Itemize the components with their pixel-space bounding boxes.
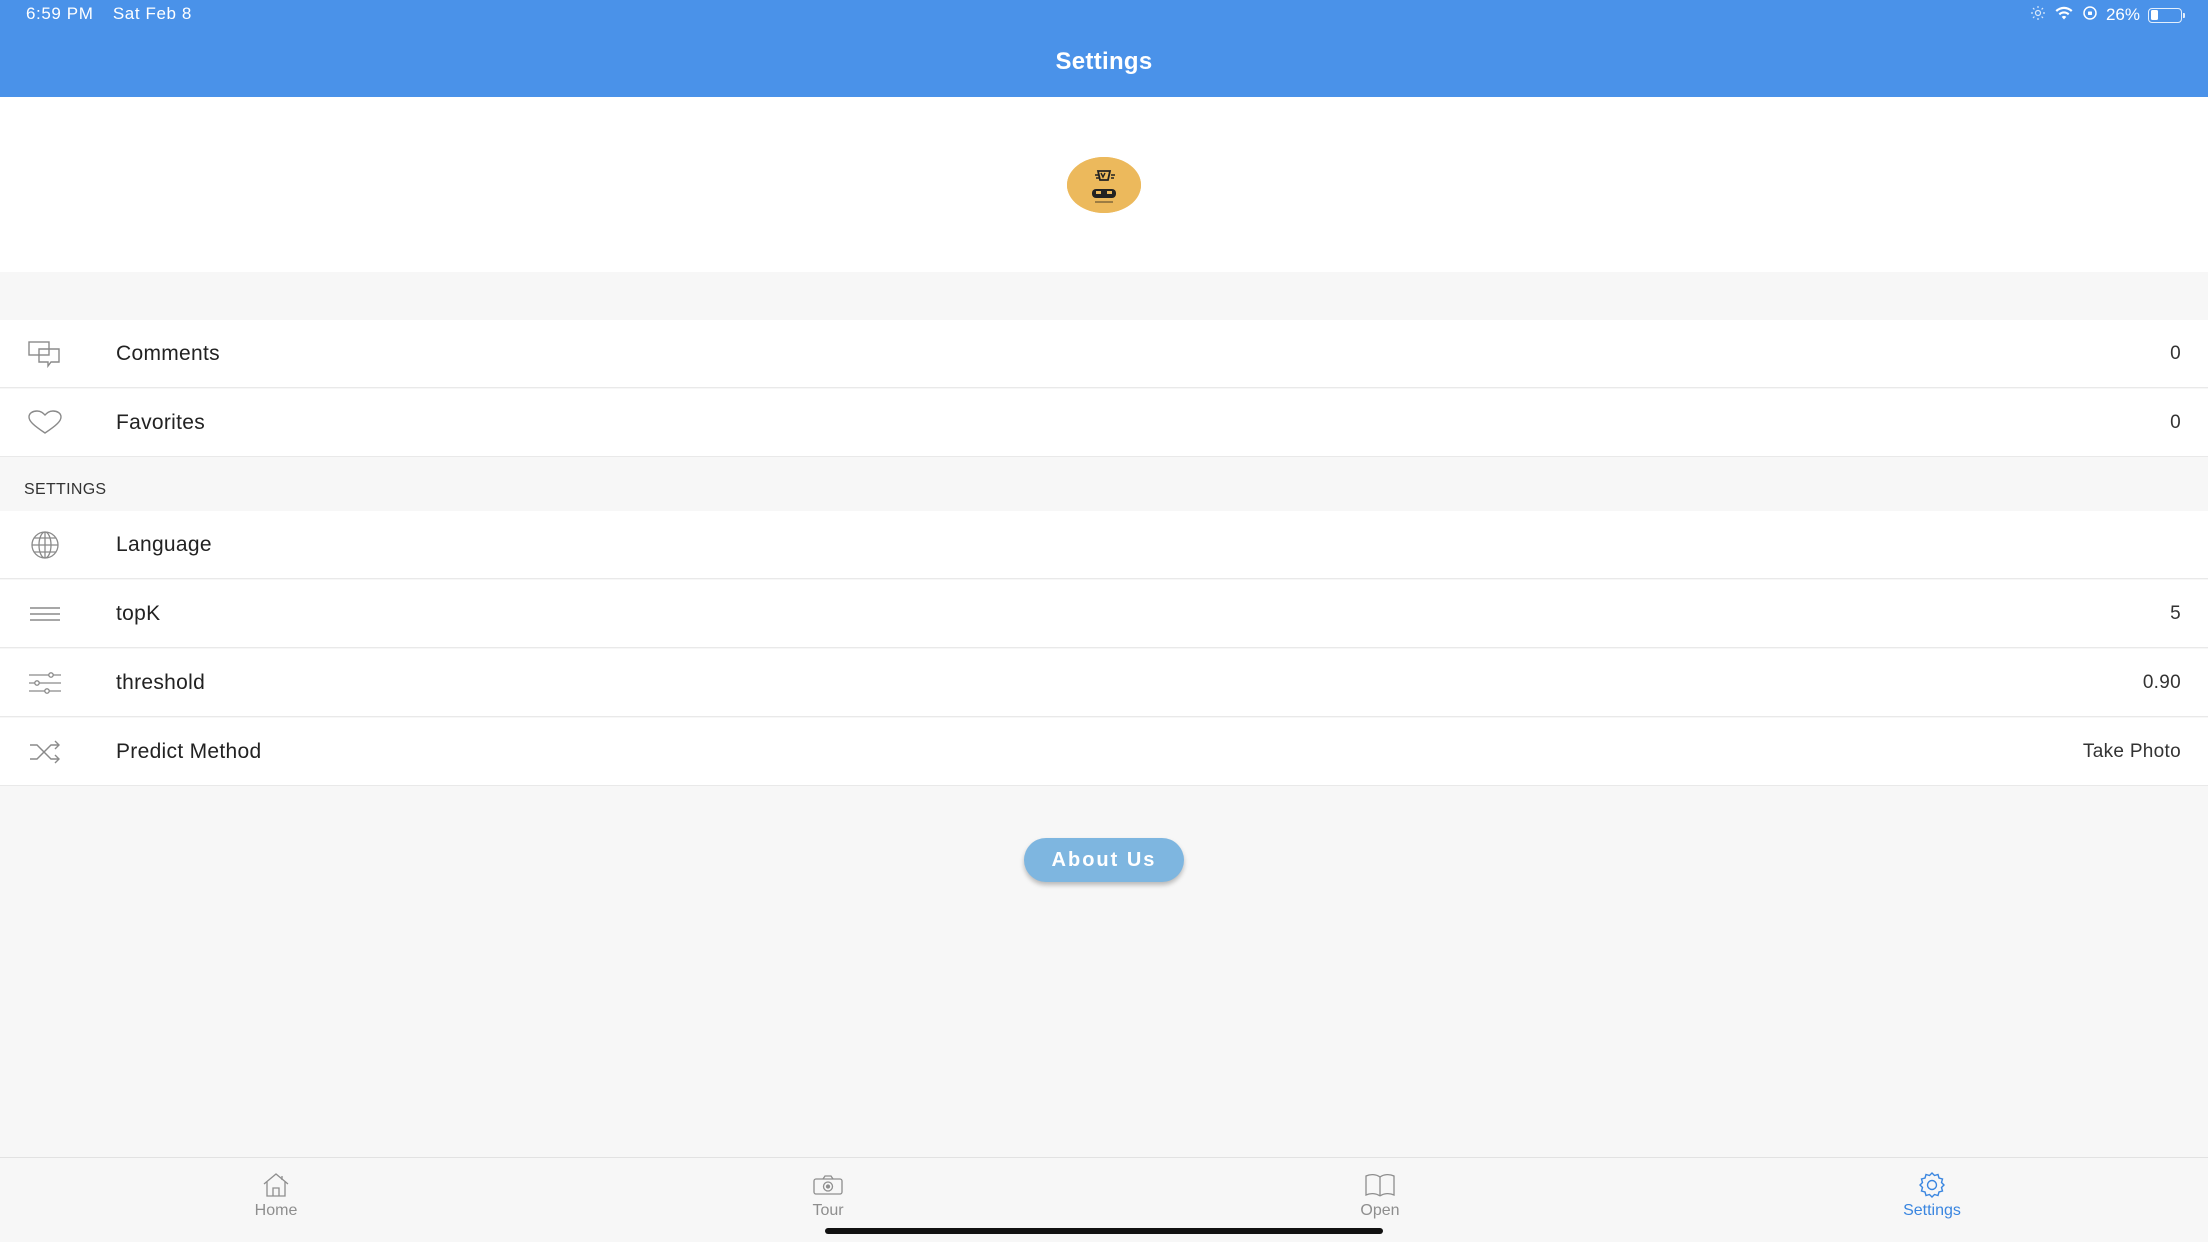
status-bar-right: 26%: [2030, 4, 2185, 26]
sliders-icon: [26, 667, 64, 699]
home-icon: [176, 1170, 376, 1200]
orientation-lock-icon: [2082, 5, 2098, 26]
avatar-face-icon: [1067, 157, 1141, 213]
language-label: Language: [116, 532, 212, 556]
nav-bar: 6:59 PM Sat Feb 8 26% Settings: [0, 0, 2208, 97]
tab-tour-label: Tour: [812, 1202, 844, 1219]
predict-method-row[interactable]: Predict Method Take Photo: [0, 718, 2208, 786]
comments-icon: [26, 338, 64, 370]
threshold-row[interactable]: threshold 0.90: [0, 649, 2208, 717]
tab-settings[interactable]: Settings: [1832, 1170, 2032, 1220]
favorites-count: 0: [2170, 411, 2181, 433]
language-row[interactable]: Language: [0, 511, 2208, 579]
battery-percent: 26%: [2105, 5, 2140, 24]
book-icon: [1280, 1170, 1480, 1200]
wifi-icon: [2054, 5, 2074, 26]
gear-icon: [1832, 1170, 2032, 1200]
status-time: 6:59 PM: [26, 4, 94, 23]
status-bar-left: 6:59 PM Sat Feb 8: [26, 4, 206, 24]
predict-method-value: Take Photo: [2082, 740, 2181, 762]
comments-label: Comments: [116, 341, 220, 365]
predict-method-label: Predict Method: [116, 739, 262, 763]
comments-row[interactable]: Comments 0: [0, 320, 2208, 388]
status-date: Sat Feb 8: [112, 4, 192, 23]
tab-settings-label: Settings: [1903, 1202, 1961, 1219]
topk-label: topK: [116, 601, 161, 625]
favorites-row[interactable]: Favorites 0: [0, 389, 2208, 457]
topk-value: 5: [2170, 602, 2181, 624]
tab-open[interactable]: Open: [1280, 1170, 1480, 1220]
tab-home-label: Home: [254, 1202, 298, 1219]
threshold-label: threshold: [116, 670, 206, 694]
brightness-icon: [2030, 5, 2046, 26]
battery-icon: [2148, 7, 2185, 23]
comments-count: 0: [2170, 342, 2181, 364]
tab-open-label: Open: [1360, 1202, 1400, 1219]
topk-row[interactable]: topK 5: [0, 580, 2208, 648]
page-title: Settings: [1055, 48, 1153, 75]
settings-section-header: SETTINGS: [24, 481, 107, 498]
globe-icon: [26, 529, 64, 561]
avatar[interactable]: [1067, 157, 1141, 213]
battery-level-fill: [2150, 10, 2159, 20]
lines-icon: [26, 598, 64, 630]
profile-header: [0, 97, 2208, 272]
tab-tour[interactable]: Tour: [728, 1170, 928, 1220]
home-indicator[interactable]: [825, 1228, 1383, 1234]
shuffle-icon: [26, 736, 64, 768]
tab-home[interactable]: Home: [176, 1170, 376, 1220]
about-us-button[interactable]: About Us: [1024, 838, 1184, 882]
heart-icon: [26, 407, 64, 439]
threshold-value: 0.90: [2142, 671, 2181, 693]
camera-icon: [728, 1170, 928, 1200]
favorites-label: Favorites: [116, 410, 206, 434]
